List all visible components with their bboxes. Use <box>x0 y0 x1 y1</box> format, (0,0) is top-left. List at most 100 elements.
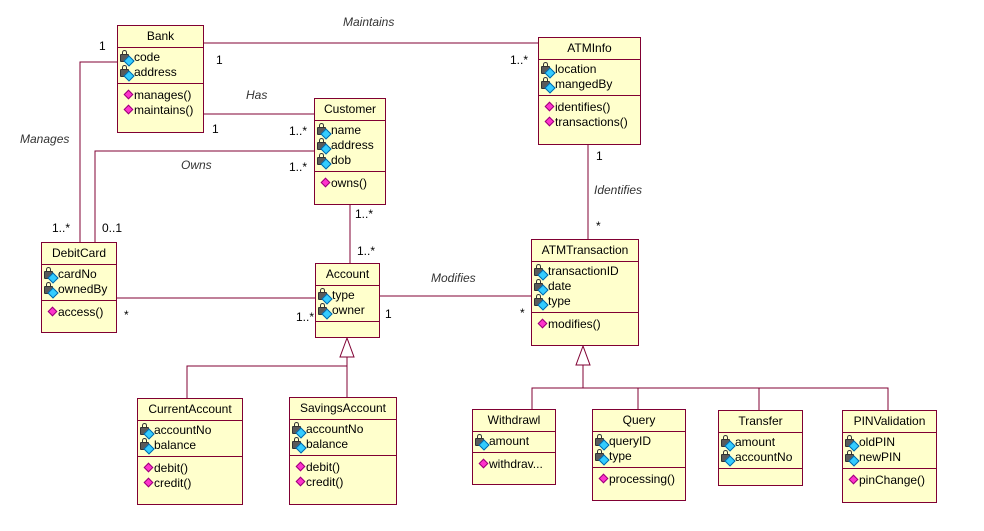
private-attribute-icon <box>540 61 556 79</box>
attribute-row[interactable]: accountNo <box>291 421 395 439</box>
class-currentaccount[interactable]: CurrentAccount accountNo balance debit() cre… <box>137 398 243 505</box>
attribute-row[interactable]: location <box>540 61 639 79</box>
operation-row[interactable]: owns() <box>320 176 384 191</box>
attribute-name: ownedBy <box>58 282 108 296</box>
attribute-row[interactable]: newPIN <box>844 449 935 467</box>
public-operation-icon <box>478 458 489 471</box>
attribute-name: owner <box>332 303 365 317</box>
class-savingsaccount[interactable]: SavingsAccount accountNo balance debit() cre… <box>289 397 397 505</box>
public-operation-icon <box>123 89 134 102</box>
class-customer[interactable]: Customer name address dob owns() <box>314 98 386 205</box>
class-name: SavingsAccount <box>290 398 396 420</box>
class-query[interactable]: Query queryID type processing() <box>592 409 686 501</box>
operation-row[interactable]: access() <box>47 305 115 320</box>
private-attribute-icon <box>720 449 736 467</box>
public-operation-icon <box>848 474 859 487</box>
class-name: Query <box>593 410 685 432</box>
operation-row[interactable]: maintains() <box>123 103 202 118</box>
operation-name: withdrav... <box>489 457 543 471</box>
attribute-row[interactable]: ownedBy <box>43 281 115 299</box>
attributes-compartment: name address dob <box>315 121 385 172</box>
attribute-row[interactable]: accountNo <box>139 422 241 440</box>
operation-row[interactable]: modifies() <box>537 317 637 332</box>
operation-row[interactable]: credit() <box>143 476 241 491</box>
operation-name: manages() <box>134 88 192 102</box>
private-attribute-icon <box>317 287 333 305</box>
operation-name: transactions() <box>555 115 628 129</box>
private-attribute-icon <box>139 422 155 440</box>
attribute-row[interactable]: address <box>316 137 384 155</box>
class-pinvalidation[interactable]: PINValidation oldPIN newPIN pinChange() <box>842 410 937 503</box>
operation-name: owns() <box>331 176 368 190</box>
class-name: PINValidation <box>843 411 936 433</box>
attribute-name: mangedBy <box>555 77 613 91</box>
operations-compartment: pinChange() <box>843 469 936 490</box>
attribute-name: newPIN <box>859 450 902 464</box>
class-account[interactable]: Account type owner <box>315 263 380 338</box>
operation-row[interactable]: credit() <box>295 475 395 490</box>
identifies-mult-atmtransaction: * <box>596 219 601 233</box>
class-atmtransaction[interactable]: ATMTransaction transactionID date type modif… <box>531 239 639 346</box>
class-debitcard[interactable]: DebitCard cardNo ownedBy access() <box>41 242 117 333</box>
attribute-row[interactable]: type <box>317 287 378 305</box>
class-withdrawl[interactable]: Withdrawl amount withdrav... <box>472 409 556 485</box>
identifies-label: Identifies <box>594 183 643 197</box>
attribute-row[interactable]: amount <box>720 434 801 452</box>
has-label: Has <box>246 88 268 102</box>
class-atminfo[interactable]: ATMInfo location mangedBy identifies() trans… <box>538 37 641 145</box>
operation-row[interactable]: pinChange() <box>848 473 935 488</box>
operation-row[interactable]: identifies() <box>544 100 639 115</box>
private-attribute-icon <box>139 437 155 455</box>
attribute-row[interactable]: code <box>119 49 202 67</box>
owns-mult-customer: 1..* <box>289 160 308 174</box>
attribute-row[interactable]: type <box>533 293 637 311</box>
attribute-name: address <box>134 65 177 79</box>
private-attribute-icon <box>844 449 860 467</box>
operation-row[interactable]: processing() <box>598 472 684 487</box>
operation-row[interactable]: debit() <box>143 461 241 476</box>
attribute-row[interactable]: accountNo <box>720 449 801 467</box>
attribute-row[interactable]: date <box>533 278 637 296</box>
attribute-row[interactable]: transactionID <box>533 263 637 281</box>
attribute-row[interactable]: owner <box>317 302 378 320</box>
private-attribute-icon <box>119 49 135 67</box>
class-transfer[interactable]: Transfer amount accountNo <box>718 410 803 486</box>
attribute-row[interactable]: amount <box>474 433 554 451</box>
operation-row[interactable]: withdrav... <box>478 457 554 472</box>
operation-name: access() <box>58 305 104 319</box>
class-name: CurrentAccount <box>138 399 242 421</box>
attribute-row[interactable]: address <box>119 64 202 82</box>
manages-mult-debitcard: 1..* <box>52 221 71 235</box>
attribute-name: date <box>548 279 572 293</box>
debitcard-account-mult-debitcard: * <box>124 308 129 322</box>
attribute-name: balance <box>306 437 349 451</box>
public-operation-icon <box>143 477 154 490</box>
attribute-row[interactable]: name <box>316 122 384 140</box>
class-name: Customer <box>315 99 385 121</box>
attribute-row[interactable]: balance <box>139 437 241 455</box>
private-attribute-icon <box>474 433 490 451</box>
attributes-compartment: oldPIN newPIN <box>843 433 936 469</box>
attribute-row[interactable]: queryID <box>594 433 684 451</box>
private-attribute-icon <box>594 448 610 466</box>
class-name: DebitCard <box>42 243 116 265</box>
attribute-row[interactable]: balance <box>291 436 395 454</box>
operation-name: identifies() <box>555 100 611 114</box>
modifies-mult-account: 1 <box>385 307 392 321</box>
operation-name: credit() <box>154 476 192 490</box>
attribute-row[interactable]: type <box>594 448 684 466</box>
operations-compartment: debit() credit() <box>290 456 396 492</box>
attribute-row[interactable]: cardNo <box>43 266 115 284</box>
operation-row[interactable]: transactions() <box>544 115 639 130</box>
attribute-row[interactable]: mangedBy <box>540 76 639 94</box>
debitcard-account-mult-account: 1..* <box>296 310 315 324</box>
class-bank[interactable]: Bank code address manages() maintains() <box>117 25 204 133</box>
class-name: Transfer <box>719 411 802 433</box>
private-attribute-icon <box>43 266 59 284</box>
operation-row[interactable]: manages() <box>123 88 202 103</box>
operation-row[interactable]: debit() <box>295 460 395 475</box>
class-name: Bank <box>118 26 203 48</box>
attribute-row[interactable]: oldPIN <box>844 434 935 452</box>
attribute-name: type <box>332 288 355 302</box>
attribute-row[interactable]: dob <box>316 152 384 170</box>
